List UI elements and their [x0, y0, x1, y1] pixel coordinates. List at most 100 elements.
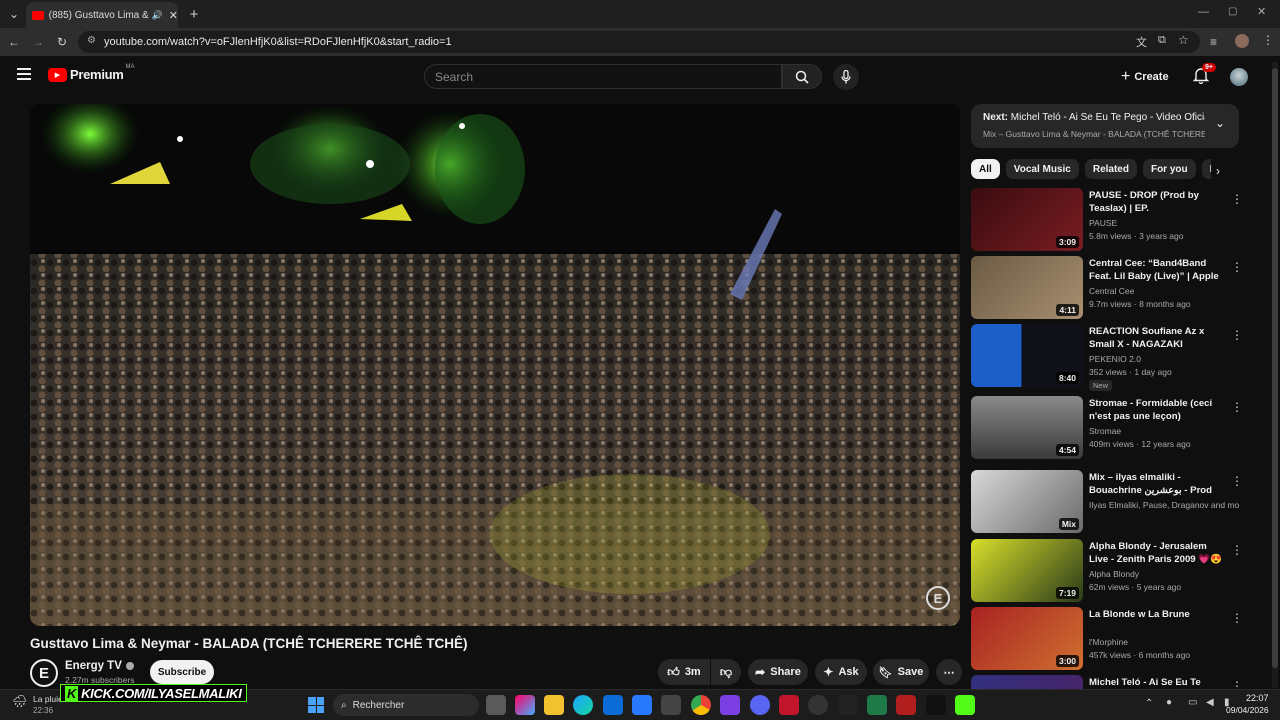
- window-close-icon[interactable]: ✕: [1257, 5, 1266, 18]
- dislike-button[interactable]: 👎︎: [711, 659, 741, 685]
- app-icon[interactable]: [661, 695, 681, 715]
- recommendation-item[interactable]: 8:40 REACTION Soufiane Az x Small X - NA…: [971, 324, 1243, 391]
- video-thumbnail: 8:40: [971, 324, 1083, 387]
- kebab-menu-icon[interactable]: ⋮: [1231, 543, 1243, 557]
- mic-tray-icon[interactable]: ●: [1166, 697, 1172, 708]
- maximize-icon[interactable]: ▢: [1228, 6, 1237, 17]
- notifications-button[interactable]: 9+: [1192, 63, 1216, 89]
- duration-badge: 3:00: [1055, 655, 1079, 667]
- profile-avatar[interactable]: [1235, 34, 1249, 48]
- chip-all[interactable]: All: [971, 159, 1000, 179]
- account-avatar[interactable]: [1230, 68, 1248, 86]
- adobe-icon[interactable]: [779, 695, 799, 715]
- up-next-card[interactable]: Next: Michel Teló - Ai Se Eu Te Pego - V…: [971, 104, 1239, 148]
- translate-icon[interactable]: 文: [1136, 34, 1147, 50]
- kebab-menu-icon[interactable]: ⋮: [1231, 260, 1243, 274]
- hamburger-menu-icon[interactable]: [17, 68, 31, 80]
- obs-icon[interactable]: [808, 695, 828, 715]
- recommendation-item[interactable]: 4:11 Central Cee: “Band4Band Feat. Lil B…: [971, 256, 1243, 322]
- chip-related[interactable]: Related: [1084, 159, 1137, 179]
- reading-list-icon[interactable]: ≡: [1210, 35, 1217, 49]
- more-actions-button[interactable]: ⋯: [936, 659, 962, 685]
- create-button[interactable]: + Create: [1121, 64, 1177, 89]
- ask-label: Ask: [838, 666, 859, 678]
- kebab-menu-icon[interactable]: ⋮: [1231, 611, 1243, 625]
- app-icon-5[interactable]: [926, 695, 946, 715]
- start-button[interactable]: [308, 697, 324, 713]
- chips-next-arrow-icon[interactable]: ›: [1216, 164, 1220, 178]
- recommendation-item[interactable]: Mix Mix – ilyas elmaliki - Bouachrine بو…: [971, 470, 1243, 536]
- speaker-icon[interactable]: 🔊: [152, 10, 163, 21]
- recommendation-item[interactable]: 3:09 PAUSE - DROP (Prod by Teaslax) | EP…: [971, 188, 1243, 254]
- app-icon-3[interactable]: [867, 695, 887, 715]
- youtube-favicon-icon: [32, 10, 44, 20]
- kick-app-icon[interactable]: [955, 695, 975, 715]
- page-scrollbar[interactable]: [1272, 62, 1278, 688]
- back-arrow-icon[interactable]: ←: [4, 32, 24, 52]
- task-view-icon[interactable]: [486, 695, 506, 715]
- save-button[interactable]: 🔖︎ Save: [873, 659, 929, 685]
- recommendation-item[interactable]: Michel Teló - Ai Se Eu Te Pego - ⋮: [971, 675, 1241, 689]
- forward-arrow-icon[interactable]: →: [28, 32, 48, 52]
- store-icon[interactable]: [603, 695, 623, 715]
- channel-name-row[interactable]: Energy TV: [65, 660, 134, 672]
- kebab-menu-icon[interactable]: ⋮: [1231, 679, 1241, 689]
- game-icon[interactable]: [720, 695, 740, 715]
- youtube-premium-logo[interactable]: ▶ Premium MA: [48, 64, 135, 82]
- region-code: MA: [125, 64, 135, 70]
- taskbar-search[interactable]: ⌕ Rechercher: [333, 694, 479, 716]
- rec-title: La Blonde w La Brune: [1089, 609, 1190, 620]
- tab-title: (885) Gusttavo Lima & Neymar: [48, 9, 150, 21]
- recommendation-item[interactable]: 4:54 Stromae - Formidable (ceci n'est pa…: [971, 396, 1243, 462]
- tray-chevron-icon[interactable]: ⌃: [1145, 698, 1153, 709]
- edge-icon[interactable]: [573, 695, 593, 715]
- copilot-icon[interactable]: [515, 695, 535, 715]
- url-text: youtube.com/watch?v=oFJlenHfjK0&list=RDo…: [104, 36, 452, 48]
- expand-chevron-icon[interactable]: ⌄: [1215, 116, 1225, 130]
- chip-for-you[interactable]: For you: [1142, 159, 1196, 179]
- app-icon-2[interactable]: [838, 695, 858, 715]
- search-input[interactable]: Search: [424, 64, 782, 89]
- app-icon-4[interactable]: [896, 695, 916, 715]
- like-button[interactable]: 👍︎ 3m: [658, 659, 710, 685]
- address-bar[interactable]: ⚙ youtube.com/watch?v=oFJlenHfjK0&list=R…: [78, 31, 1200, 53]
- kebab-menu-icon[interactable]: ⋮: [1231, 400, 1243, 414]
- recommendation-item[interactable]: 3:00 La Blonde w La Brune l'Morphine 457…: [971, 607, 1243, 673]
- ask-button[interactable]: ✦ Ask: [815, 659, 867, 685]
- channel-avatar[interactable]: E: [30, 659, 58, 687]
- browser-tab[interactable]: (885) Gusttavo Lima & Neymar 🔊 ✕: [26, 2, 178, 28]
- mix-thumbnail: Mix: [971, 470, 1083, 533]
- install-app-icon[interactable]: ⧉: [1158, 34, 1166, 47]
- kebab-menu-icon[interactable]: ⋮: [1231, 474, 1243, 488]
- search-button[interactable]: [782, 64, 822, 89]
- notification-badge: 9+: [1202, 63, 1216, 72]
- bookmark-star-icon[interactable]: ☆: [1178, 33, 1189, 47]
- voice-search-button[interactable]: [833, 64, 859, 90]
- outlook-icon[interactable]: [632, 695, 652, 715]
- reload-icon[interactable]: ↻: [52, 32, 72, 52]
- chip-vocal-music[interactable]: Vocal Music: [1005, 159, 1079, 179]
- tab-close-icon[interactable]: ✕: [169, 9, 178, 22]
- minimize-icon[interactable]: —: [1198, 6, 1209, 18]
- video-player[interactable]: E: [30, 104, 960, 626]
- site-info-icon[interactable]: ⚙: [87, 35, 96, 46]
- browser-menu-icon[interactable]: ⋮: [1262, 33, 1274, 47]
- chip-recent[interactable]: Rec: [1201, 159, 1211, 179]
- recommendation-item[interactable]: 7:19 Alpha Blondy - Jerusalem Live - Zen…: [971, 539, 1243, 605]
- chrome-icon[interactable]: [691, 695, 711, 715]
- volume-icon[interactable]: ◀: [1206, 697, 1214, 708]
- taskbar-search-label: Rechercher: [352, 699, 405, 711]
- kebab-menu-icon[interactable]: ⋮: [1231, 328, 1243, 342]
- tab-list-chevron-icon[interactable]: ⌄: [4, 4, 24, 24]
- network-icon[interactable]: ▭: [1188, 697, 1197, 708]
- subscribe-button[interactable]: Subscribe: [150, 660, 214, 684]
- share-button[interactable]: ➦ Share: [748, 659, 808, 685]
- weather-icon[interactable]: 🌧︎: [12, 694, 27, 708]
- new-tab-button[interactable]: +: [184, 4, 204, 24]
- rec-channel: PAUSE: [1089, 218, 1118, 228]
- kebab-menu-icon[interactable]: ⋮: [1231, 192, 1243, 206]
- sparkle-icon: ✦: [823, 665, 834, 679]
- file-explorer-icon[interactable]: [544, 695, 564, 715]
- discord-icon[interactable]: [750, 695, 770, 715]
- rec-meta: 9.7m views · 8 months ago: [1089, 299, 1191, 309]
